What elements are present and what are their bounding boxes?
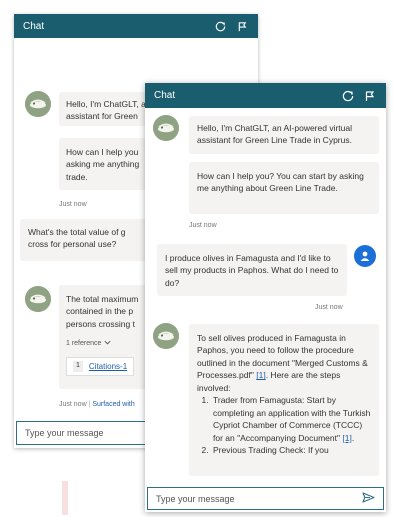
bot-help-message: How can I help you? You can start by ask… bbox=[189, 162, 379, 214]
chat-titlebar: Chat bbox=[14, 14, 258, 38]
step-item: Previous Trading Check: If you bbox=[211, 444, 371, 456]
send-icon[interactable] bbox=[362, 492, 375, 505]
chat-title: Chat bbox=[23, 20, 45, 32]
step-text: . bbox=[351, 432, 355, 443]
message-input[interactable]: Type your message bbox=[147, 487, 384, 510]
bot-greeting-message: Hello, I'm ChatGLT, an AI-powered virtua… bbox=[189, 116, 379, 154]
refresh-icon[interactable] bbox=[213, 19, 227, 33]
surfaced-with-link[interactable]: Surfaced with bbox=[92, 401, 134, 408]
message-timestamp: Just now bbox=[59, 201, 87, 208]
chat-titlebar: Chat bbox=[145, 83, 386, 108]
chat-title: Chat bbox=[154, 90, 176, 101]
step-item: Trader from Famagusta: Start by completi… bbox=[211, 394, 371, 444]
olive-avatar-icon bbox=[153, 115, 179, 141]
refresh-icon[interactable] bbox=[341, 89, 355, 103]
citation-number: 1 bbox=[73, 361, 83, 372]
citation-ref-link[interactable]: [1] bbox=[342, 433, 351, 443]
message-timestamp: Just now bbox=[189, 222, 217, 229]
flag-icon[interactable] bbox=[235, 19, 249, 33]
user-message: I produce olives in Famagusta and I'd li… bbox=[157, 244, 347, 296]
olive-avatar-icon bbox=[25, 286, 51, 312]
background-accent bbox=[62, 481, 68, 515]
chat-window-front: Chat Hello, I'm ChatGLT, an AI-powered v… bbox=[145, 83, 386, 512]
references-label: 1 reference bbox=[66, 340, 102, 348]
message-timestamp: Just now bbox=[59, 401, 87, 408]
bot-answer-message: To sell olives produced in Famagusta in … bbox=[189, 324, 379, 476]
input-placeholder: Type your message bbox=[156, 493, 235, 504]
olive-avatar-icon bbox=[153, 323, 179, 349]
citation-link[interactable]: Citations-1 bbox=[89, 361, 127, 373]
steps-list: Trader from Famagusta: Start by completi… bbox=[211, 394, 371, 456]
olive-avatar-icon bbox=[25, 91, 51, 117]
message-timestamp: Just now bbox=[315, 304, 343, 311]
user-avatar-icon bbox=[354, 245, 376, 267]
input-placeholder: Type your message bbox=[25, 428, 104, 438]
step-text: Previous Trading Check: If you bbox=[213, 445, 329, 456]
answer-intro: To sell olives produced in Famagusta in … bbox=[197, 332, 371, 394]
citation-ref-link[interactable]: [1] bbox=[256, 370, 265, 380]
flag-icon[interactable] bbox=[363, 89, 377, 103]
message-meta: Just now | Surfaced with bbox=[59, 401, 135, 408]
citation-chip[interactable]: 1 Citations-1 bbox=[66, 356, 135, 377]
chevron-down-icon bbox=[104, 339, 111, 349]
